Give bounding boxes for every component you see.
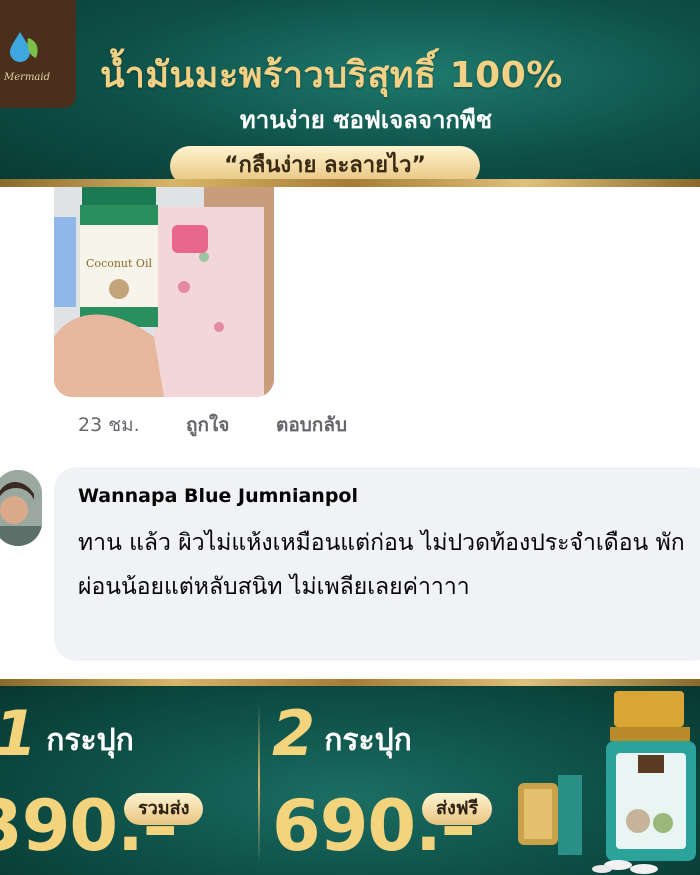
offer-one-jar: 1 กระปุก 390.– รวมส่ง (0, 699, 204, 867)
offer-quantity: 2 (272, 697, 316, 770)
comment-bubble: Wannapa Blue Jumnianpol ทาน แล้ว ผิวไม่แ… (54, 467, 700, 661)
bottom-banner-gold-divider (0, 679, 700, 686)
reply-link[interactable]: ตอบกลับ (276, 410, 347, 440)
top-promo-banner: Mermaid น้ำมันมะพร้าวบริสุทธิ์ 100% ทานง… (0, 0, 700, 187)
offer-badge: รวมส่ง (124, 793, 204, 825)
brand-logo-text: Mermaid (4, 72, 50, 83)
brand-logo: Mermaid (0, 0, 76, 108)
commenter-avatar[interactable] (0, 470, 42, 546)
offer-quantity: 1 (0, 699, 37, 769)
offer-unit: กระปุก (46, 723, 134, 758)
like-link[interactable]: ถูกใจ (186, 410, 229, 440)
offer-unit: กระปุก (324, 723, 412, 758)
product-jars-image (518, 691, 696, 874)
banner-subheadline: ทานง่าย ซอฟเจลจากพืช (239, 106, 493, 134)
svg-text:Coconut Oil: Coconut Oil (86, 257, 152, 270)
post-photo[interactable]: Coconut Oil (54, 187, 274, 397)
offer-two-jars: 2 กระปุก 690.– ส่งฟรี (272, 697, 493, 867)
comment-text: ทาน แล้ว ผิวไม่แห้งเหมือนแต่ก่อน ไม่ปวดท… (78, 530, 685, 600)
offer-divider (258, 703, 260, 863)
banner-gold-divider (0, 179, 700, 187)
post-timestamp: 23 ชม. (78, 414, 140, 436)
comment-author-name[interactable]: Wannapa Blue Jumnianpol (78, 485, 358, 507)
water-drop-leaf-icon (10, 32, 38, 62)
photo-product-in-hand: Coconut Oil (54, 187, 274, 397)
offer-badge: ส่งฟรี (422, 793, 493, 825)
bottom-price-banner: 1 กระปุก 390.– รวมส่ง 2 กระปุก 690.– ส่ง… (0, 679, 700, 875)
banner-headline: น้ำมันมะพร้าวบริสุทธิ์ 100% (100, 55, 563, 96)
avatar-photo (0, 470, 42, 546)
